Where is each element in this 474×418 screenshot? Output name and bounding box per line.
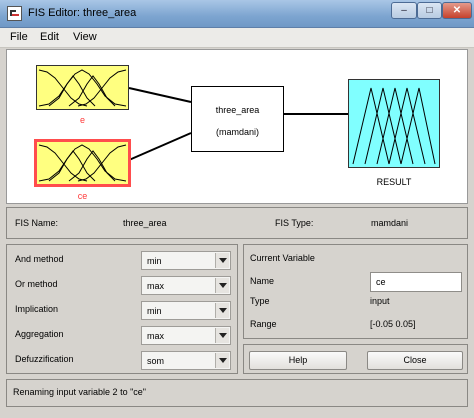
fis-type-label: FIS Type: <box>275 218 314 228</box>
chevron-down-icon <box>215 253 229 268</box>
input-label-e: e <box>79 115 85 125</box>
current-variable-title: Current Variable <box>250 253 315 263</box>
system-name: three_area <box>215 105 260 115</box>
close-window-button[interactable]: ✕ <box>442 2 472 19</box>
aggregation-value: max <box>147 331 165 341</box>
or-method-value: max <box>147 281 165 291</box>
variable-range-label: Range <box>250 319 277 329</box>
window-title: FIS Editor: three_area <box>28 7 137 19</box>
menu-file[interactable]: File <box>10 31 28 43</box>
aggregation-select[interactable]: max <box>141 326 231 345</box>
chevron-down-icon <box>215 278 229 293</box>
fis-info-strip: FIS Name: three_area FIS Type: mamdani <box>6 207 468 239</box>
title-bar: FIS Editor: three_area – □ ✕ <box>0 0 474 28</box>
input-variable-ce[interactable] <box>34 139 131 187</box>
output-membership-functions-icon <box>352 87 436 165</box>
menu-edit[interactable]: Edit <box>40 31 59 43</box>
variable-name-label: Name <box>250 276 275 286</box>
fis-system-box[interactable]: three_area (mamdani) <box>191 86 284 152</box>
chevron-down-icon <box>215 353 229 368</box>
status-message: Renaming input variable 2 to "ce" <box>13 387 146 397</box>
help-button[interactable]: Help <box>249 351 347 370</box>
status-bar: Renaming input variable 2 to "ce" <box>6 379 468 407</box>
minimize-button[interactable]: – <box>391 2 417 19</box>
membership-functions-icon <box>38 69 127 107</box>
input-label-ce: ce <box>77 191 88 201</box>
button-panel: Help Close <box>243 344 468 374</box>
matlab-figure-icon <box>7 6 22 21</box>
and-method-value: min <box>147 256 162 266</box>
connector-ce <box>128 132 192 161</box>
fis-type-value: mamdani <box>371 218 409 228</box>
fis-name-label: FIS Name: <box>15 218 59 228</box>
defuzzification-label: Defuzzification <box>15 354 74 364</box>
variable-name-input[interactable]: ce <box>370 272 462 292</box>
implication-select[interactable]: min <box>141 301 231 320</box>
variable-type-label: Type <box>250 296 270 306</box>
menu-view[interactable]: View <box>73 31 97 43</box>
aggregation-label: Aggregation <box>15 329 64 339</box>
output-variable-result[interactable] <box>348 79 440 168</box>
input-variable-e[interactable] <box>36 65 129 110</box>
and-method-label: And method <box>15 254 64 264</box>
variable-range-value: [-0.05 0.05] <box>370 319 416 329</box>
current-variable-panel: Current Variable Name ce Type input Rang… <box>243 244 468 339</box>
chevron-down-icon <box>215 303 229 318</box>
implication-label: Implication <box>15 304 59 314</box>
chevron-down-icon <box>215 328 229 343</box>
system-type: (mamdani) <box>215 127 259 137</box>
output-label: RESULT <box>376 177 412 187</box>
menu-bar: File Edit View <box>0 28 474 48</box>
and-method-select[interactable]: min <box>141 251 231 270</box>
close-button[interactable]: Close <box>367 351 463 370</box>
fis-editor-window: FIS Editor: three_area – □ ✕ File Edit V… <box>0 0 474 418</box>
defuzzification-value: som <box>147 356 165 366</box>
connector-e <box>128 87 192 103</box>
or-method-label: Or method <box>15 279 58 289</box>
implication-value: min <box>147 306 162 316</box>
fis-name-value: three_area <box>123 218 167 228</box>
defuzzification-select[interactable]: som <box>141 351 231 370</box>
fis-diagram: e ce three_area (mamdani) RESULT <box>6 49 468 204</box>
maximize-button[interactable]: □ <box>417 2 442 19</box>
or-method-select[interactable]: max <box>141 276 231 295</box>
methods-panel: And method min Or method max Implication… <box>6 244 238 374</box>
variable-type-value: input <box>370 296 390 306</box>
membership-functions-icon <box>38 144 127 182</box>
